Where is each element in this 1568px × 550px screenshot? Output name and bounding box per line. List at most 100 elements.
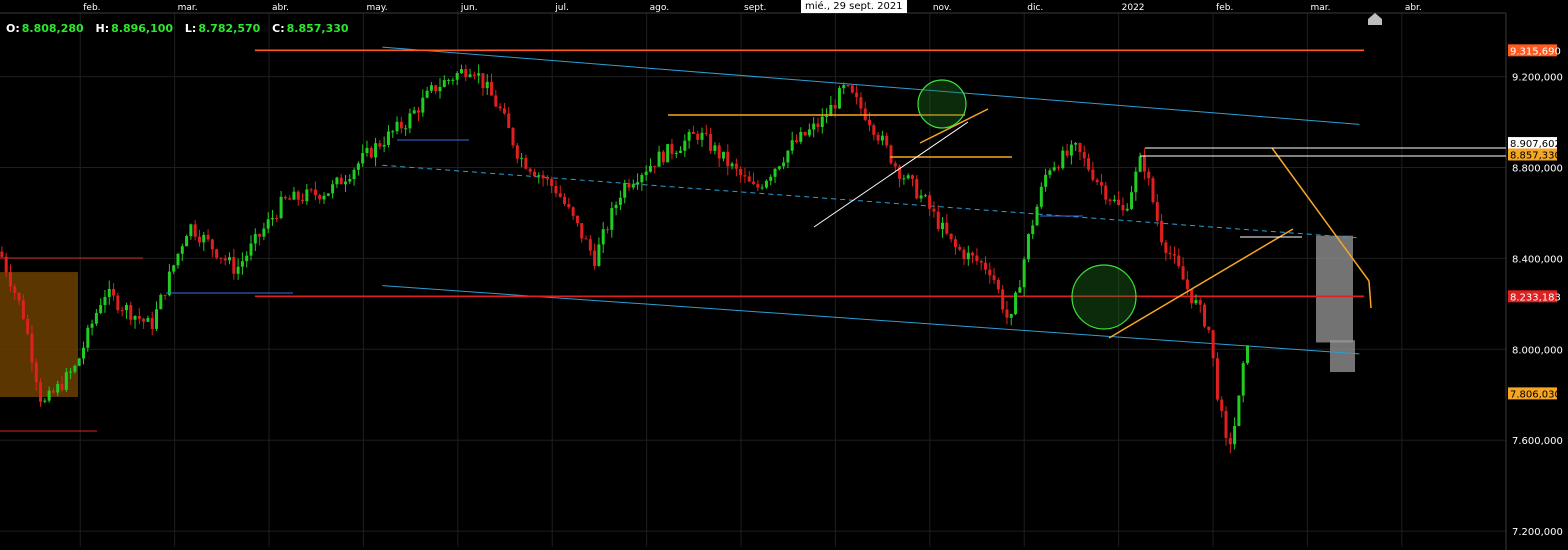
candle-body[interactable] <box>816 123 820 128</box>
candle-body[interactable] <box>288 198 292 200</box>
candle-body[interactable] <box>1112 199 1116 201</box>
candle-body[interactable] <box>936 211 940 230</box>
candle-body[interactable] <box>120 310 124 312</box>
candle-body[interactable] <box>1220 399 1224 411</box>
candle-body[interactable] <box>803 131 807 136</box>
candle-body[interactable] <box>382 144 386 147</box>
candle-body[interactable] <box>1005 309 1009 318</box>
candle-body[interactable] <box>507 113 511 129</box>
candle-body[interactable] <box>270 217 274 220</box>
candle-body[interactable] <box>313 189 317 196</box>
candle-body[interactable] <box>352 169 356 180</box>
candle-body[interactable] <box>928 195 932 209</box>
candle-body[interactable] <box>365 147 369 154</box>
candle-body[interactable] <box>932 208 936 212</box>
candle-body[interactable] <box>193 224 197 237</box>
candle-body[interactable] <box>524 157 528 169</box>
candle-body[interactable] <box>1082 152 1086 159</box>
candle-body[interactable] <box>142 318 146 322</box>
candle-body[interactable] <box>1099 182 1103 186</box>
candle-body[interactable] <box>575 215 579 224</box>
candle-body[interactable] <box>1121 205 1125 211</box>
candle-body[interactable] <box>730 163 734 167</box>
candle-body[interactable] <box>1018 287 1022 293</box>
candle-body[interactable] <box>1207 326 1211 331</box>
candle-body[interactable] <box>167 271 171 296</box>
candle-body[interactable] <box>979 261 983 263</box>
candle-body[interactable] <box>550 178 554 187</box>
highlight-circle[interactable] <box>917 79 967 129</box>
candle-body[interactable] <box>185 236 189 247</box>
candle-body[interactable] <box>1164 242 1168 253</box>
candle-body[interactable] <box>1168 252 1172 255</box>
candle-body[interactable] <box>137 315 141 319</box>
candle-body[interactable] <box>855 92 859 98</box>
candle-body[interactable] <box>197 236 201 243</box>
candle-body[interactable] <box>644 171 648 175</box>
candle-body[interactable] <box>618 197 622 205</box>
candle-body[interactable] <box>773 168 777 177</box>
candle-body[interactable] <box>971 252 975 256</box>
candle-body[interactable] <box>412 110 416 114</box>
candle-body[interactable] <box>1130 192 1134 209</box>
candle-body[interactable] <box>116 295 120 311</box>
candle-body[interactable] <box>442 80 446 87</box>
candle-body[interactable] <box>159 294 163 310</box>
candle-body[interactable] <box>1125 208 1129 211</box>
candle-body[interactable] <box>26 318 30 334</box>
candle-body[interactable] <box>202 234 206 243</box>
candle-body[interactable] <box>631 184 635 188</box>
candle-body[interactable] <box>481 73 485 89</box>
candle-body[interactable] <box>580 223 584 239</box>
candle-body[interactable] <box>983 262 987 270</box>
candle-body[interactable] <box>258 234 262 237</box>
candle-body[interactable] <box>734 163 738 169</box>
candle-body[interactable] <box>283 196 287 199</box>
candle-body[interactable] <box>1074 143 1078 145</box>
candle-body[interactable] <box>21 300 25 319</box>
candle-body[interactable] <box>13 286 17 293</box>
candle-body[interactable] <box>219 257 223 259</box>
candle-body[interactable] <box>1215 358 1219 400</box>
candle-body[interactable] <box>1022 259 1026 288</box>
candle-body[interactable] <box>923 195 927 197</box>
candle-body[interactable] <box>455 73 459 80</box>
candle-body[interactable] <box>799 131 803 142</box>
candle-body[interactable] <box>872 125 876 135</box>
candle-body[interactable] <box>348 179 352 182</box>
candle-body[interactable] <box>717 145 721 159</box>
candle-body[interactable] <box>915 178 919 199</box>
trendline-annotation[interactable] <box>813 121 969 228</box>
candle-body[interactable] <box>906 175 910 179</box>
candle-body[interactable] <box>1044 174 1048 187</box>
candle-body[interactable] <box>386 131 390 145</box>
candle-body[interactable] <box>1241 363 1245 396</box>
candle-body[interactable] <box>1026 234 1030 260</box>
trendline-annotation[interactable] <box>1108 228 1294 339</box>
candle-body[interactable] <box>279 196 283 219</box>
candle-body[interactable] <box>1001 289 1005 310</box>
candle-body[interactable] <box>545 178 549 180</box>
candle-body[interactable] <box>232 257 236 274</box>
candle-body[interactable] <box>953 239 957 247</box>
candle-body[interactable] <box>704 132 708 134</box>
candle-body[interactable] <box>99 305 103 314</box>
candle-body[interactable] <box>859 97 863 109</box>
candle-body[interactable] <box>1057 167 1061 169</box>
candle-body[interactable] <box>850 85 854 93</box>
candle-body[interactable] <box>606 229 610 231</box>
candle-body[interactable] <box>1108 199 1112 201</box>
candle-body[interactable] <box>30 333 34 363</box>
candle-body[interactable] <box>438 86 442 92</box>
candle-body[interactable] <box>275 217 279 219</box>
candle-body[interactable] <box>326 193 330 196</box>
candle-body[interactable] <box>820 116 824 128</box>
candle-body[interactable] <box>1142 156 1146 172</box>
candle-body[interactable] <box>691 131 695 134</box>
candle-body[interactable] <box>657 151 661 167</box>
candle-body[interactable] <box>43 400 47 402</box>
candle-body[interactable] <box>949 233 953 240</box>
candle-body[interactable] <box>1177 255 1181 267</box>
candle-body[interactable] <box>305 189 309 202</box>
candle-body[interactable] <box>215 249 219 258</box>
